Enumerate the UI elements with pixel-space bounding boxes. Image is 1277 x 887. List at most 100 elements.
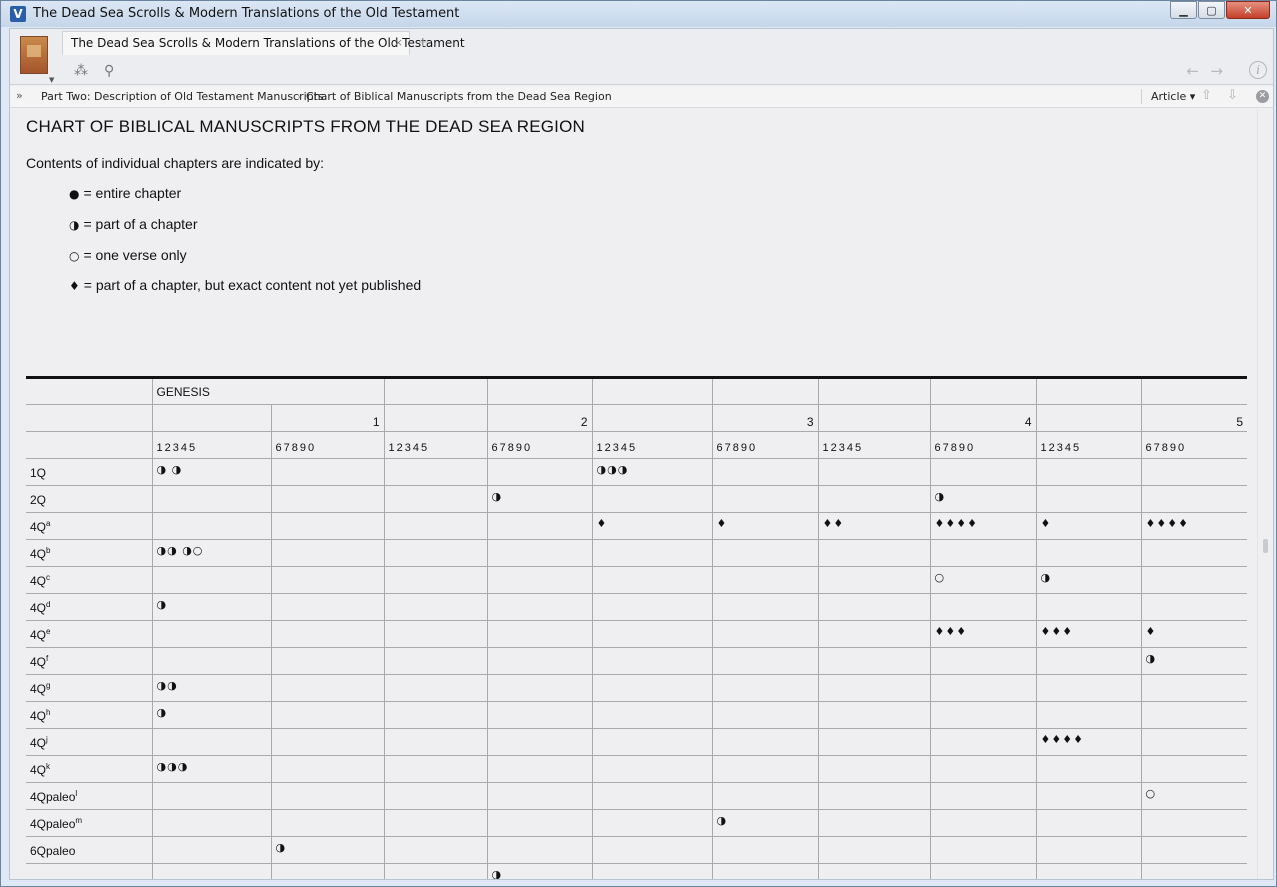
chapter-cell (1035, 593, 1142, 621)
decade-number (151, 404, 271, 432)
title-bar[interactable]: V The Dead Sea Scrolls & Modern Translat… (1, 1, 1276, 27)
chapter-cell (151, 485, 271, 513)
manuscript-siglum: m (75, 815, 83, 825)
chapter-cell (383, 539, 488, 567)
maximize-button[interactable]: ▢ (1198, 1, 1225, 19)
back-arrow-icon[interactable]: ← (1186, 62, 1199, 80)
manuscript-name: 4Q (30, 681, 47, 696)
chapter-cell (383, 647, 488, 675)
decade-number (817, 404, 931, 432)
chapter-cell (1140, 593, 1248, 621)
chapter-cell (270, 620, 385, 648)
table-row: 4Qe ♦♦♦ ♦♦♦ ♦ (26, 620, 1248, 648)
chapter-cell (591, 539, 713, 567)
chapter-cell (817, 836, 931, 864)
page-title: CHART OF BIBLICAL MANUSCRIPTS FROM THE D… (26, 117, 585, 136)
chapter-cell: ♦♦♦♦ (1035, 728, 1142, 756)
chapter-cell (270, 485, 385, 513)
chapter-cell (711, 647, 819, 675)
minimize-button[interactable]: ▁ (1170, 1, 1197, 19)
manuscript-name: 6Qpaleo (30, 843, 76, 858)
chapter-cell (151, 620, 271, 648)
chapter-cell: ◑ (711, 809, 819, 837)
manuscript-name: 4Q (30, 573, 47, 588)
chapter-cell: ◑ (929, 485, 1037, 513)
window-controls: ▁ ▢ ✕ (1169, 1, 1270, 19)
info-icon[interactable]: i (1249, 61, 1267, 79)
expand-panel-icon[interactable]: » (16, 89, 23, 102)
chapter-cell (817, 809, 931, 837)
chapter-cell: ○ (929, 566, 1037, 594)
chapter-cell (383, 512, 488, 540)
chapter-cell (151, 512, 271, 540)
search-icon[interactable]: ⚲ (104, 63, 114, 79)
chapter-cell (711, 728, 819, 756)
chapter-cell (1140, 809, 1248, 837)
chapter-cell (151, 809, 271, 837)
chapter-cell: ♦♦ (817, 512, 931, 540)
header-cell (26, 377, 152, 405)
manuscript-siglum: f (46, 653, 49, 663)
vertical-scrollbar[interactable] (1257, 109, 1273, 879)
chapter-cell (929, 593, 1037, 621)
breadcrumb-item-chart[interactable]: Chart of Biblical Manuscripts from the D… (306, 90, 612, 103)
table-row: 4Qc ○ ◑ (26, 566, 1248, 594)
close-panel-icon[interactable]: ✕ (1256, 90, 1269, 103)
chapter-cell: ♦ (1035, 512, 1142, 540)
arrow-down-icon[interactable]: ⇩ (1227, 88, 1238, 103)
chapter-cell (486, 701, 593, 729)
chapter-cell (711, 782, 819, 810)
chapter-cell (591, 782, 713, 810)
cluster-icon[interactable]: ⁂ (74, 63, 88, 79)
diamond-icon: ♦ (69, 279, 80, 293)
chapter-digits: 67890 (711, 431, 819, 459)
arrow-up-icon[interactable]: ⇧ (1201, 88, 1212, 103)
chapter-cell (591, 809, 713, 837)
manuscript-siglum: a (46, 518, 51, 528)
book-name: GENESIS (151, 377, 385, 405)
chapter-cell (929, 647, 1037, 675)
chapter-cell (1140, 836, 1248, 864)
chapter-cell (929, 701, 1037, 729)
breadcrumb-item-part-two[interactable]: Part Two: Description of Old Testament M… (41, 90, 324, 103)
decade-number: 3 (711, 404, 819, 432)
tab-document[interactable]: The Dead Sea Scrolls & Modern Translatio… (62, 31, 465, 55)
tab-close-icon[interactable]: × (394, 36, 403, 49)
article-view-dropdown[interactable]: Article ▾ (1151, 90, 1195, 103)
chapter-cell (591, 674, 713, 702)
chapter-cell (817, 620, 931, 648)
chevron-down-icon[interactable]: ▼ (49, 76, 54, 84)
chapter-cell (151, 863, 271, 879)
manuscript-name: 1Q (30, 465, 47, 480)
chapter-cell (817, 728, 931, 756)
decade-number (591, 404, 713, 432)
chapter-cell (1140, 863, 1248, 879)
chapter-cell (383, 782, 488, 810)
legend-text: = one verse only (83, 247, 187, 263)
forward-arrow-icon[interactable]: → (1210, 62, 1223, 80)
manuscript-label: 4Qa (26, 512, 152, 540)
chapter-cell (486, 566, 593, 594)
chapter-cell (1140, 566, 1248, 594)
chapter-cell (929, 728, 1037, 756)
legend-text: = entire chapter (83, 185, 182, 201)
chapter-cell: ◑ (486, 863, 593, 879)
chapter-cell (817, 701, 931, 729)
book-cover-thumbnail[interactable] (20, 36, 48, 74)
decade-number (383, 404, 488, 432)
scrollbar-thumb[interactable] (1263, 539, 1268, 553)
chapter-cell (591, 863, 713, 879)
manuscript-name: 4Q (30, 519, 47, 534)
chapter-cell (711, 566, 819, 594)
chapter-cell: ◑ (486, 485, 593, 513)
chapter-cell (486, 458, 593, 486)
new-tab-button[interactable]: + (418, 35, 428, 49)
chapter-cell (817, 485, 931, 513)
chapter-cell (151, 647, 271, 675)
chapter-digits: 67890 (486, 431, 593, 459)
chapter-cell (711, 539, 819, 567)
chapter-digits: 12345 (1035, 431, 1142, 459)
close-window-button[interactable]: ✕ (1226, 1, 1270, 19)
chapter-cell: ◑ ◑ (151, 458, 271, 486)
chapter-cell (929, 539, 1037, 567)
